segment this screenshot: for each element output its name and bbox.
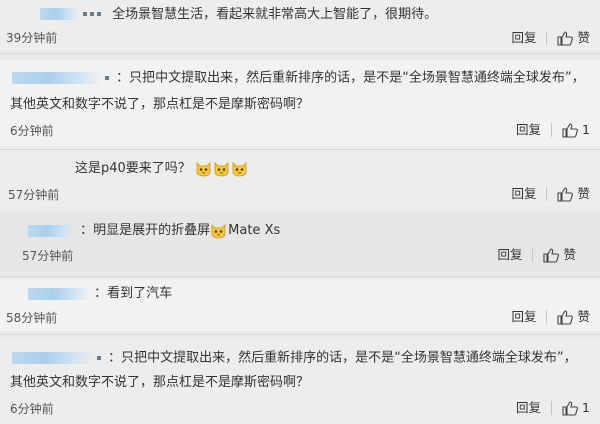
thumbs-up-icon — [557, 186, 574, 202]
comment-text: 全场景智慧生活，看起来就非常高大上智能了，很期待。 — [112, 6, 438, 22]
username-blurred[interactable] — [12, 352, 94, 364]
like-button[interactable]: 赞 — [557, 30, 590, 46]
username-dots — [97, 348, 104, 368]
comment-actions: 回复 1 — [516, 122, 590, 138]
reply-button[interactable]: 回复 — [516, 400, 541, 416]
reply-text: ：明显是展开的折叠屏 — [80, 223, 211, 238]
username-blurred[interactable] — [12, 72, 102, 84]
action-divider — [551, 123, 553, 137]
separator — [0, 149, 600, 150]
action-divider — [546, 187, 548, 201]
like-button[interactable]: 赞 — [557, 309, 590, 325]
comment-text-line1: ：只把中文提取出来，然后重新排序的话，是不是“全场景智慧通终端全球发布”， — [116, 70, 585, 86]
comment-item: 全场景智慧生活，看起来就非常高大上智能了，很期待。 39分钟前 回复 赞 — [0, 0, 600, 50]
comment-actions: 回复 赞 — [511, 309, 590, 325]
username-dots — [83, 4, 104, 24]
comment-text: ：看到了汽车 — [94, 286, 173, 301]
username-dots — [105, 68, 112, 88]
comment-time: 6分钟前 — [10, 124, 54, 138]
thumbs-up-icon — [543, 247, 560, 263]
thumbs-up-icon — [557, 30, 574, 46]
thumbs-up-icon — [562, 400, 578, 416]
action-divider — [532, 248, 534, 262]
reply-button[interactable]: 回复 — [516, 122, 541, 138]
reply-button[interactable]: 回复 — [511, 30, 536, 46]
username-blurred[interactable] — [40, 8, 80, 20]
like-count: 1 — [582, 400, 590, 415]
username-blurred[interactable] — [28, 224, 76, 237]
action-divider — [546, 31, 548, 45]
comment-item: ：只把中文提取出来，然后重新排序的话，是不是“全场景智慧通终端全球发布”， 其他… — [0, 60, 600, 146]
like-label: 赞 — [577, 186, 590, 201]
like-button[interactable]: 1 — [562, 400, 590, 416]
like-button[interactable]: 赞 — [557, 186, 590, 202]
comment-item: 这是p40要来了吗？ 57分钟前 回复 赞 — [0, 152, 600, 207]
cat-face-emoji-icon — [195, 160, 212, 177]
comment-actions: 回复 赞 — [497, 247, 576, 263]
separator — [0, 334, 600, 335]
comment-time: 57分钟前 — [8, 188, 60, 202]
like-label: 赞 — [563, 247, 576, 262]
reply-button[interactable]: 回复 — [511, 309, 536, 325]
like-count: 1 — [582, 122, 590, 137]
comment-actions: 回复 1 — [516, 400, 590, 416]
comment-actions: 回复 赞 — [511, 30, 590, 46]
cat-face-emoji-icon — [210, 222, 227, 239]
reply-text-tail: Mate Xs — [228, 223, 281, 238]
action-divider — [551, 401, 553, 415]
thumbs-up-icon — [562, 122, 578, 138]
comment-time: 57分钟前 — [22, 249, 74, 263]
comment-text-line2: 其他英文和数字不说了，那点杠是不是摩斯密码啊？ — [10, 97, 310, 112]
comment-time: 6分钟前 — [10, 402, 54, 416]
cat-face-emoji-icon — [231, 160, 248, 177]
thumbs-up-icon — [557, 309, 574, 325]
comment-time: 58分钟前 — [6, 311, 58, 325]
comment-text-line2: 其他英文和数字不说了，那点杠是不是摩斯密码啊？ — [10, 375, 310, 390]
comment-text: 这是p40要来了吗？ — [75, 161, 191, 176]
reply-button[interactable]: 回复 — [511, 186, 536, 202]
like-label: 赞 — [577, 30, 590, 45]
comment-text-line1: ：只把中文提取出来，然后重新排序的话，是不是“全场景智慧通终端全球发布”， — [108, 350, 577, 366]
like-button[interactable]: 赞 — [543, 247, 576, 263]
like-button[interactable]: 1 — [562, 122, 590, 138]
reply-item: ：明显是展开的折叠屏 Mate Xs 57分钟前 回复 赞 — [0, 212, 600, 272]
username-blurred[interactable] — [28, 287, 90, 300]
action-divider — [546, 310, 548, 324]
separator — [0, 53, 600, 54]
cat-face-emoji-icon — [213, 160, 230, 177]
reply-button[interactable]: 回复 — [497, 247, 522, 263]
separator — [0, 276, 600, 277]
comment-time: 39分钟前 — [6, 31, 58, 45]
comment-item: ：看到了汽车 58分钟前 回复 赞 — [0, 279, 600, 331]
like-label: 赞 — [577, 309, 590, 324]
comment-item: ：只把中文提取出来，然后重新排序的话，是不是“全场景智慧通终端全球发布”， 其他… — [0, 338, 600, 424]
comment-actions: 回复 赞 — [511, 186, 590, 202]
